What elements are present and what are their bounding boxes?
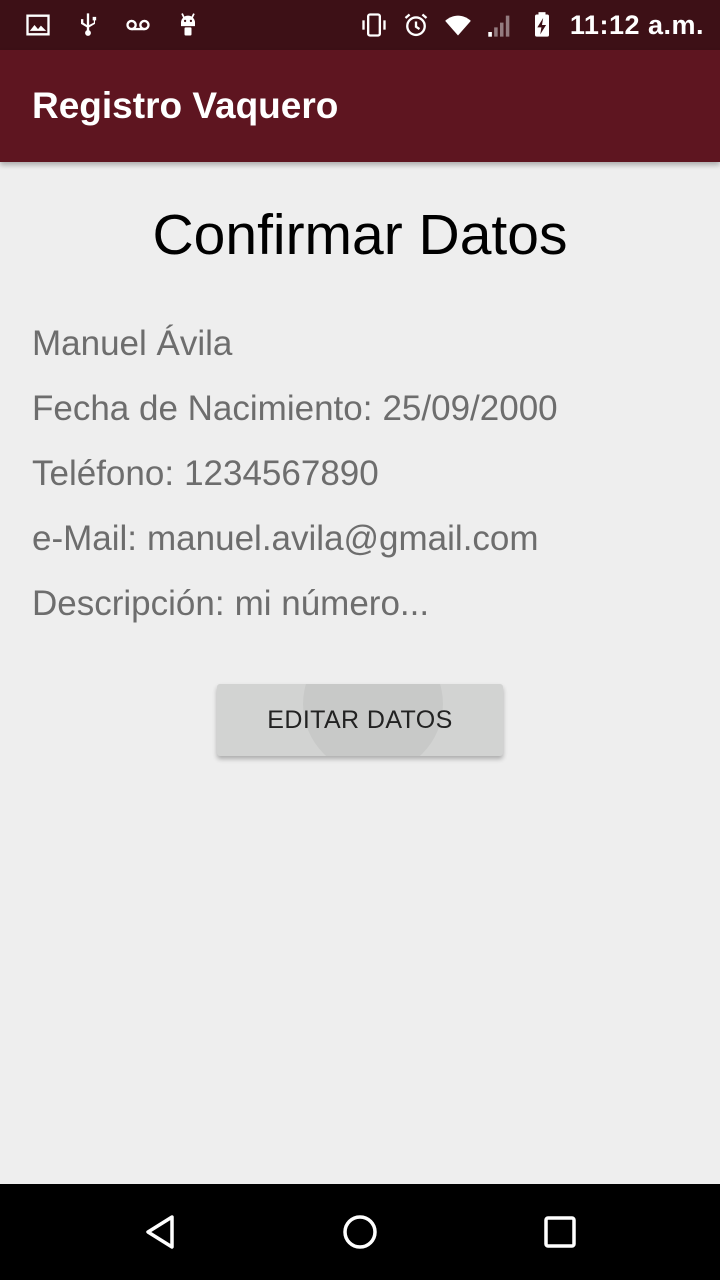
phone-value: 1234567890 — [184, 454, 379, 493]
edit-data-button-label: EDITAR DATOS — [267, 705, 453, 734]
app-title: Registro Vaquero — [32, 85, 339, 126]
home-icon — [343, 1215, 377, 1249]
phone-label: Teléfono: — [32, 454, 175, 493]
vibrate-icon — [360, 11, 388, 39]
app-bar: Registro Vaquero — [0, 50, 720, 162]
status-bar: 11:12 a.m. — [0, 0, 720, 50]
edit-data-button[interactable]: EDITAR DATOS — [217, 684, 503, 756]
voicemail-icon — [124, 11, 152, 39]
birthdate-value: 25/09/2000 — [382, 389, 558, 428]
back-icon — [146, 1215, 174, 1249]
email-label: e-Mail: — [32, 519, 138, 558]
recents-icon — [544, 1216, 576, 1248]
battery-charging-icon — [528, 11, 556, 39]
usb-icon — [74, 11, 102, 39]
back-button[interactable] — [126, 1198, 194, 1266]
description-row: Descripción: mi número... — [32, 584, 429, 624]
page-title: Confirmar Datos — [152, 203, 568, 267]
navigation-bar — [0, 1184, 720, 1280]
image-icon — [24, 11, 52, 39]
birthdate-row: Fecha de Nacimiento: 25/09/2000 — [32, 389, 558, 429]
name-text: Manuel Ávila — [32, 324, 233, 363]
wifi-icon — [444, 11, 472, 39]
android-icon — [174, 11, 202, 39]
birthdate-label: Fecha de Nacimiento: — [32, 389, 373, 428]
signal-icon — [486, 11, 514, 39]
recents-button[interactable] — [526, 1198, 594, 1266]
email-row: e-Mail: manuel.avila@gmail.com — [32, 519, 539, 559]
phone-row: Teléfono: 1234567890 — [32, 454, 379, 494]
home-button[interactable] — [326, 1198, 394, 1266]
alarm-icon — [402, 11, 430, 39]
description-value: mi número... — [234, 584, 430, 623]
main-content: Confirmar Datos Manuel Ávila Fecha de Na… — [0, 162, 720, 1184]
email-value: manuel.avila@gmail.com — [147, 519, 539, 558]
description-label: Descripción: — [32, 584, 225, 623]
status-time: 11:12 a.m. — [569, 9, 704, 40]
